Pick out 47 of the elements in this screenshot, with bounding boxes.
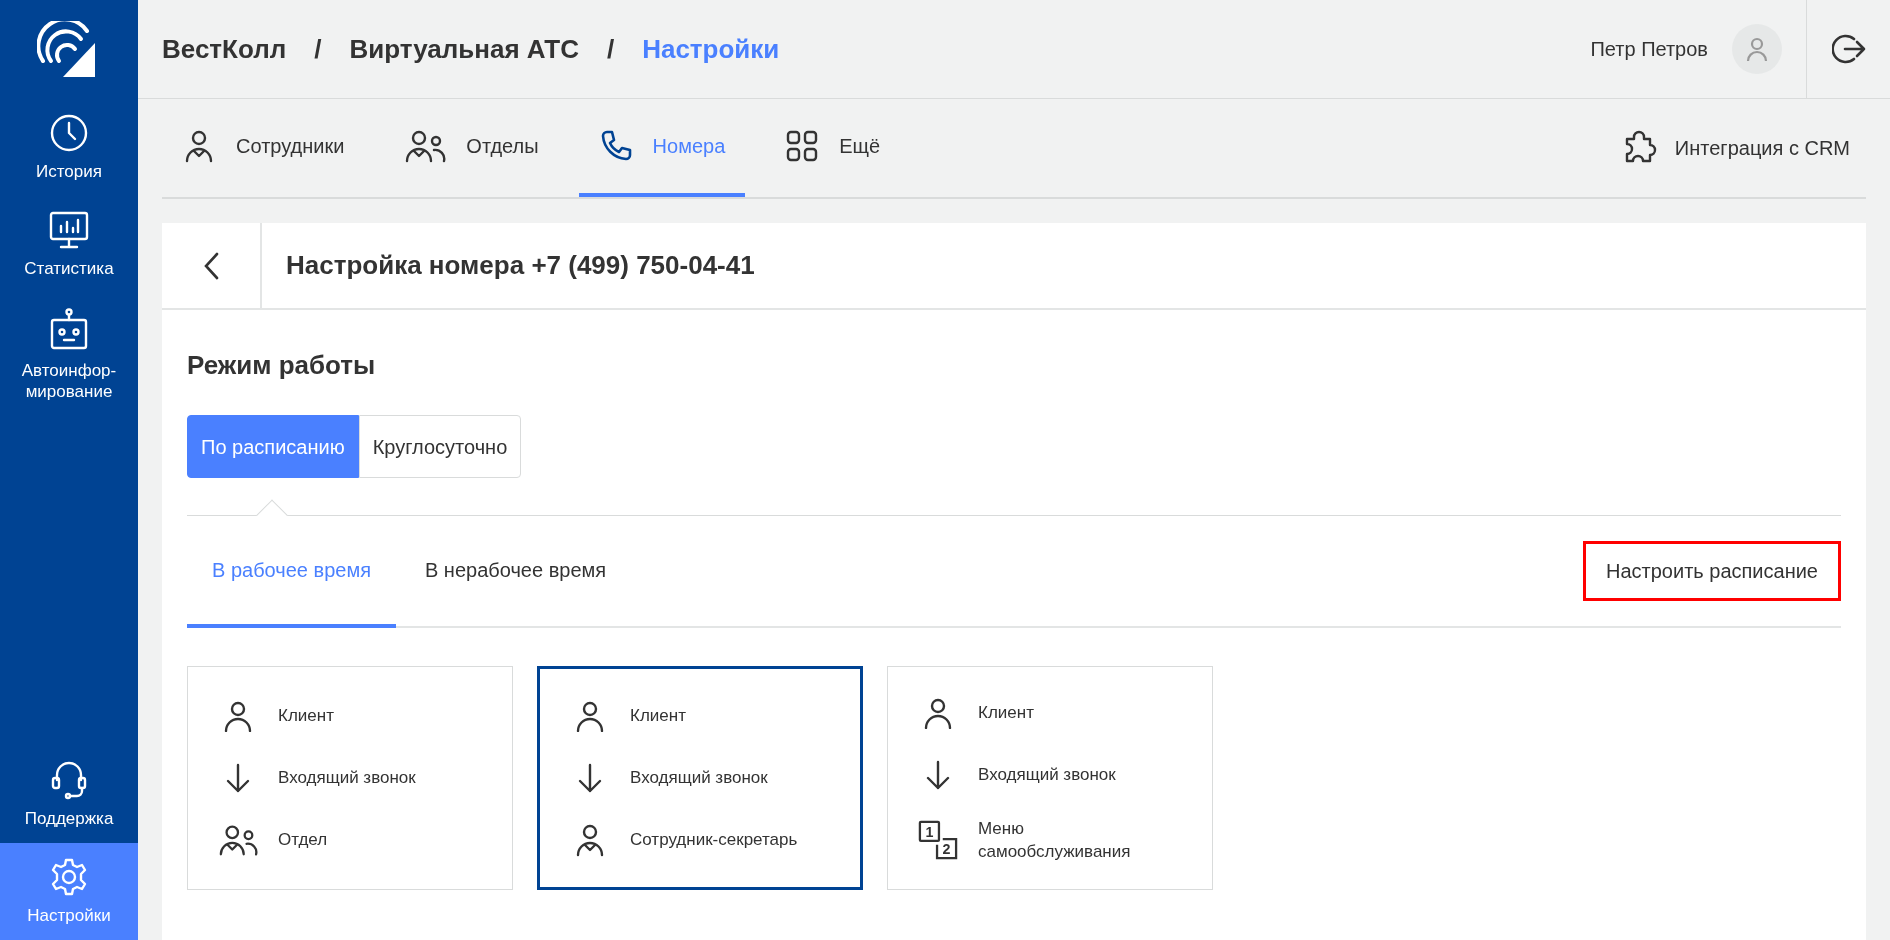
step-label: Входящий звонок: [278, 767, 416, 790]
sidebar-item[interactable]: Статистика: [0, 196, 138, 294]
grid-icon: [785, 129, 820, 163]
logout-icon[interactable]: [1831, 32, 1866, 66]
step-label: Сотрудник-секретарь: [630, 829, 798, 852]
step-label: Клиент: [278, 705, 334, 728]
time-tab[interactable]: В рабочее время: [187, 516, 396, 628]
scenario-card[interactable]: Клиент Входящий звонок 1 2 Меню самообслуживания: [887, 666, 1213, 890]
step-label: Отдел: [278, 829, 328, 852]
settings-icon: [49, 856, 89, 897]
monitor-chart-icon: [48, 210, 90, 251]
headset-icon: [51, 759, 87, 800]
breadcrumb-separator: /: [606, 32, 615, 66]
scenario-card[interactable]: Клиент Входящий звонок Отдел: [187, 666, 513, 890]
group-icon: [404, 129, 447, 163]
page-title: Настройка номера +7 (499) 750-04-41: [285, 249, 755, 282]
nav-tab[interactable]: Ещё: [765, 99, 901, 197]
step-label: Входящий звонок: [978, 763, 1116, 786]
configure-schedule-button[interactable]: Настроить расписание: [1583, 541, 1841, 601]
group-icon: [218, 823, 258, 857]
time-tab[interactable]: В нерабочее время: [399, 516, 632, 628]
breadcrumb-link[interactable]: ВестКолл: [162, 29, 287, 69]
step-label: Клиент: [978, 701, 1034, 724]
robot-icon: [49, 307, 89, 352]
person-icon: [923, 696, 953, 729]
scenario-card[interactable]: Клиент Входящий звонок Сотрудник-секретарь: [537, 666, 863, 890]
sidebar-item[interactable]: Настройки: [0, 842, 138, 940]
user-name[interactable]: Петр Петров: [1590, 34, 1708, 64]
sidebar-item[interactable]: История: [0, 99, 138, 197]
nav-tab[interactable]: Сотрудники: [162, 99, 365, 197]
sidebar-item[interactable]: Поддержка: [0, 745, 138, 843]
crm-integration-link[interactable]: Интеграция с CRM: [1618, 99, 1866, 197]
mode-toggle-option[interactable]: По расписанию: [187, 415, 359, 478]
step-label: Меню самообслуживания: [978, 817, 1131, 863]
chevron-left-icon: [203, 251, 219, 280]
avatar-icon[interactable]: [1732, 24, 1782, 74]
breadcrumb-link[interactable]: Виртуальная АТС: [349, 29, 579, 69]
section-title: Режим работы: [187, 349, 377, 382]
mode-toggle-option[interactable]: Круглосуточно: [358, 415, 522, 478]
person-icon: [575, 700, 605, 732]
breadcrumb-separator: /: [314, 32, 322, 66]
step-label: Входящий звонок: [630, 767, 768, 790]
person-icon: [223, 700, 253, 732]
clock-icon: [49, 113, 89, 153]
sidebar-item[interactable]: Автоинфор- мирование: [0, 293, 138, 416]
step-label: Клиент: [630, 705, 686, 728]
nav-tab[interactable]: Отделы: [384, 99, 559, 197]
